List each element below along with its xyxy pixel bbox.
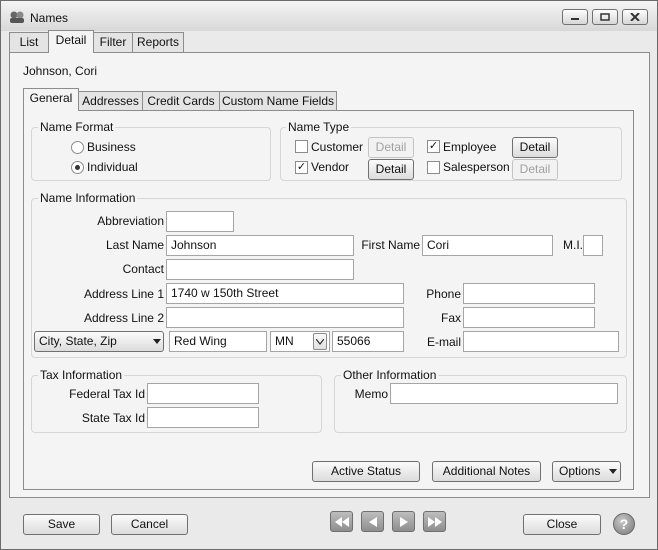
contact-label: Contact — [122, 262, 164, 276]
mi-label: M.I. — [563, 238, 583, 252]
tab-reports[interactable]: Reports — [132, 32, 184, 52]
tab-credit-cards[interactable]: Credit Cards — [142, 91, 220, 111]
close-window-button[interactable] — [622, 9, 648, 25]
last-name-field[interactable]: Johnson — [166, 235, 354, 256]
zip-field[interactable]: 55066 — [332, 331, 404, 352]
address-line-1-label: Address Line 1 — [83, 287, 164, 301]
maximize-icon — [600, 13, 610, 21]
employee-label: Employee — [443, 140, 497, 154]
last-name-label: Last Name — [105, 238, 164, 252]
close-button[interactable]: Close — [523, 514, 601, 535]
email-label: E-mail — [426, 335, 461, 349]
salesperson-label: Salesperson — [443, 160, 510, 174]
first-record-icon — [334, 517, 349, 527]
help-button[interactable]: ? — [613, 513, 635, 535]
tax-information-legend: Tax Information — [38, 368, 125, 382]
maximize-button[interactable] — [592, 9, 618, 25]
window-title: Names — [30, 11, 69, 25]
address-line-1-field[interactable]: 1740 w 150th Street — [166, 283, 404, 304]
cancel-button[interactable]: Cancel — [111, 514, 188, 535]
names-window: Names List Detail Filter Reports Johnson… — [0, 0, 658, 550]
customer-label: Customer — [311, 140, 364, 154]
previous-record-button[interactable] — [361, 511, 384, 532]
address-type-value: City, State, Zip — [39, 334, 117, 348]
state-value: MN — [275, 334, 294, 348]
name-format-group — [31, 127, 271, 181]
tab-filter[interactable]: Filter — [93, 32, 133, 52]
options-label: Options — [559, 464, 601, 478]
customer-checkbox[interactable] — [295, 140, 308, 153]
additional-notes-button[interactable]: Additional Notes — [432, 461, 541, 482]
contact-field[interactable] — [166, 259, 354, 280]
names-app-icon — [10, 11, 24, 23]
record-name: Johnson, Cori — [23, 64, 98, 78]
name-type-legend: Name Type — [286, 120, 352, 134]
last-record-icon — [427, 517, 442, 527]
radio-business[interactable] — [71, 141, 84, 154]
tab-general[interactable]: General — [23, 88, 79, 111]
next-record-button[interactable] — [392, 511, 415, 532]
name-information-legend: Name Information — [38, 191, 138, 205]
salesperson-checkbox[interactable] — [427, 161, 440, 174]
minimize-button[interactable] — [562, 9, 588, 25]
customer-detail-button[interactable]: Detail — [368, 137, 414, 158]
address-line-2-field[interactable] — [166, 307, 404, 328]
chevron-down-icon — [153, 339, 161, 344]
memo-label: Memo — [354, 387, 388, 401]
state-dropdown-button[interactable] — [313, 333, 327, 350]
city-field[interactable]: Red Wing — [169, 331, 267, 352]
last-record-button[interactable] — [423, 511, 446, 532]
vendor-label: Vendor — [311, 160, 350, 174]
other-information-legend: Other Information — [341, 368, 439, 382]
federal-tax-id-field[interactable] — [147, 383, 259, 404]
tab-detail[interactable]: Detail — [48, 30, 94, 53]
next-record-icon — [399, 517, 408, 527]
tab-custom-name-fields[interactable]: Custom Name Fields — [219, 91, 337, 111]
address-line-2-label: Address Line 2 — [83, 311, 164, 325]
phone-field[interactable] — [463, 283, 595, 304]
employee-checkbox[interactable]: ✓ — [427, 140, 440, 153]
state-tax-id-label: State Tax Id — [81, 411, 145, 425]
phone-label: Phone — [426, 287, 461, 301]
salesperson-detail-button[interactable]: Detail — [512, 159, 558, 180]
federal-tax-id-label: Federal Tax Id — [69, 387, 145, 401]
help-icon: ? — [619, 516, 629, 532]
first-record-button[interactable] — [330, 511, 353, 532]
save-button[interactable]: Save — [23, 514, 100, 535]
memo-field[interactable] — [390, 383, 618, 404]
radio-individual[interactable] — [71, 161, 84, 174]
abbreviation-field[interactable] — [166, 211, 234, 232]
state-select[interactable]: MN — [270, 331, 330, 352]
state-tax-id-field[interactable] — [147, 407, 259, 428]
chevron-down-icon — [609, 469, 617, 474]
previous-record-icon — [368, 517, 377, 527]
fax-label: Fax — [440, 311, 461, 325]
close-icon — [630, 13, 640, 21]
options-button[interactable]: Options — [552, 461, 621, 482]
minimize-icon — [571, 18, 579, 20]
radio-individual-label: Individual — [87, 160, 138, 174]
vendor-checkbox[interactable]: ✓ — [295, 161, 308, 174]
address-type-select[interactable]: City, State, Zip — [34, 331, 164, 352]
abbreviation-label: Abbreviation — [97, 214, 164, 228]
employee-detail-button[interactable]: Detail — [512, 137, 558, 158]
radio-business-label: Business — [87, 140, 136, 154]
title-bar[interactable]: Names — [1, 1, 657, 31]
mi-field[interactable] — [583, 235, 603, 256]
name-format-legend: Name Format — [38, 120, 116, 134]
tab-list[interactable]: List — [9, 32, 49, 52]
vendor-detail-button[interactable]: Detail — [368, 159, 414, 180]
chevron-down-icon — [316, 339, 324, 345]
fax-field[interactable] — [463, 307, 595, 328]
first-name-label: First Name — [361, 238, 420, 252]
first-name-field[interactable]: Cori — [422, 235, 553, 256]
email-field[interactable] — [463, 331, 619, 352]
active-status-button[interactable]: Active Status — [312, 461, 420, 482]
tab-addresses[interactable]: Addresses — [78, 91, 143, 111]
